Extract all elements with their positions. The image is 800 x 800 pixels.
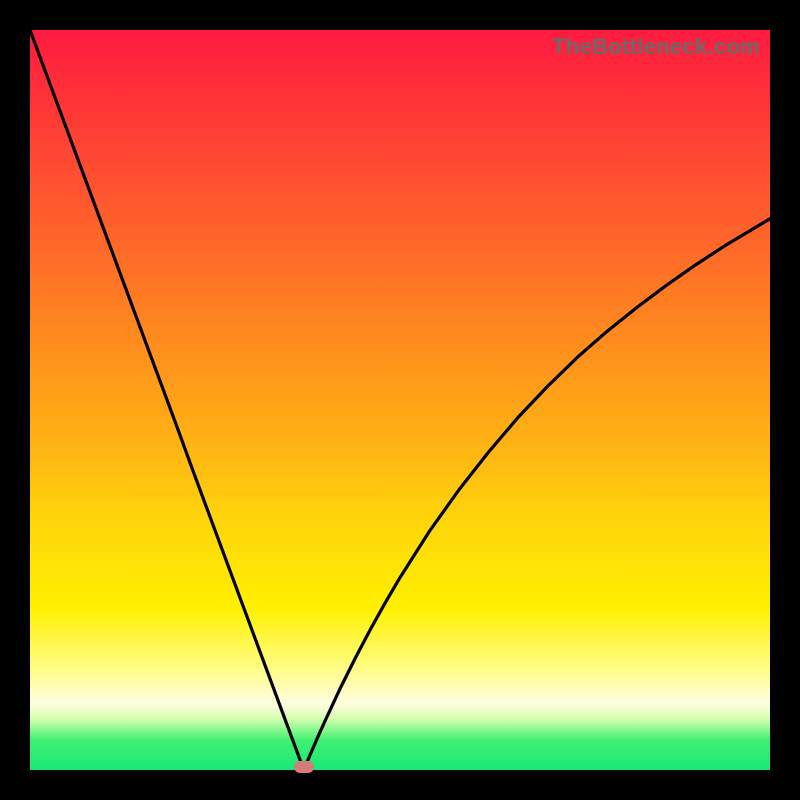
optimal-point-marker (294, 761, 314, 773)
chart-frame: TheBottleneck.com (0, 0, 800, 800)
bottleneck-curve (30, 30, 770, 770)
plot-area: TheBottleneck.com (30, 30, 770, 770)
curve-layer (30, 30, 770, 770)
